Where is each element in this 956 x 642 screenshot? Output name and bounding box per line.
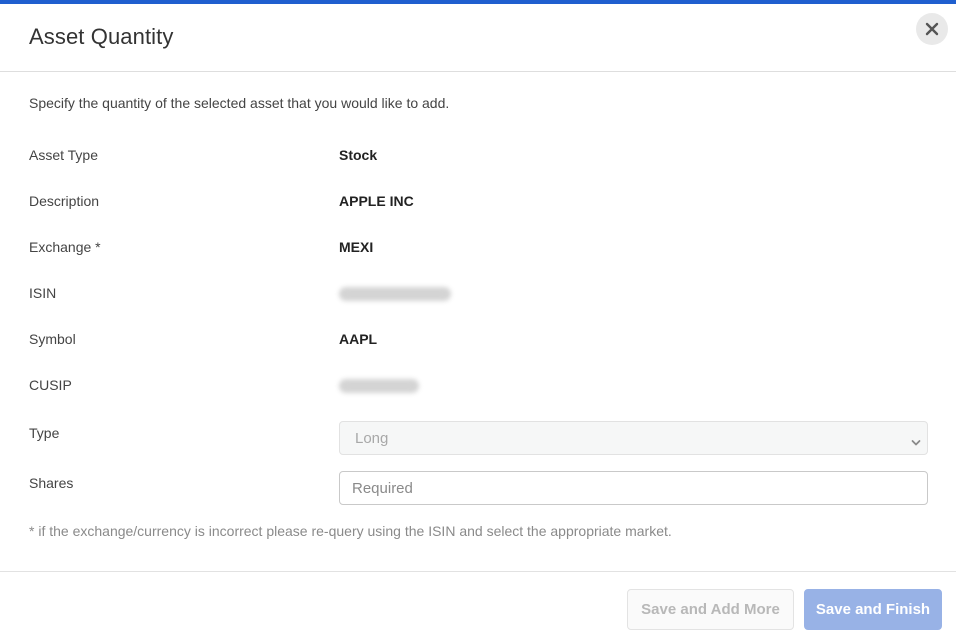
type-select-value: Long [355,429,389,447]
exchange-footnote: * if the exchange/currency is incorrect … [29,523,672,539]
isin-value-redacted [339,287,451,301]
asset-type-label: Asset Type [29,147,99,163]
dialog-title: Asset Quantity [29,24,174,49]
type-select[interactable]: Long [339,421,928,455]
symbol-value: AAPL [339,331,378,347]
shares-label: Shares [29,475,74,491]
close-button[interactable] [916,13,948,45]
dialog-footer: Save and Add More Save and Finish [0,571,956,642]
chevron-down-icon [911,434,921,451]
close-icon [925,22,939,36]
type-label: Type [29,425,60,441]
description-label: Description [29,193,100,209]
instruction-text: Specify the quantity of the selected ass… [29,95,450,111]
save-and-add-more-button[interactable]: Save and Add More [627,589,794,630]
description-value: APPLE INC [339,193,414,209]
cusip-value-redacted [339,379,419,393]
shares-input[interactable] [339,471,928,505]
exchange-label: Exchange * [29,239,101,255]
exchange-value: MEXI [339,239,374,255]
asset-type-value: Stock [339,147,378,163]
symbol-label: Symbol [29,331,76,347]
asset-quantity-dialog: Asset Quantity Specify the quantity of t… [0,0,956,642]
cusip-label: CUSIP [29,377,72,393]
isin-label: ISIN [29,285,57,301]
dialog-header: Asset Quantity [0,4,956,72]
save-and-finish-button[interactable]: Save and Finish [804,589,942,630]
